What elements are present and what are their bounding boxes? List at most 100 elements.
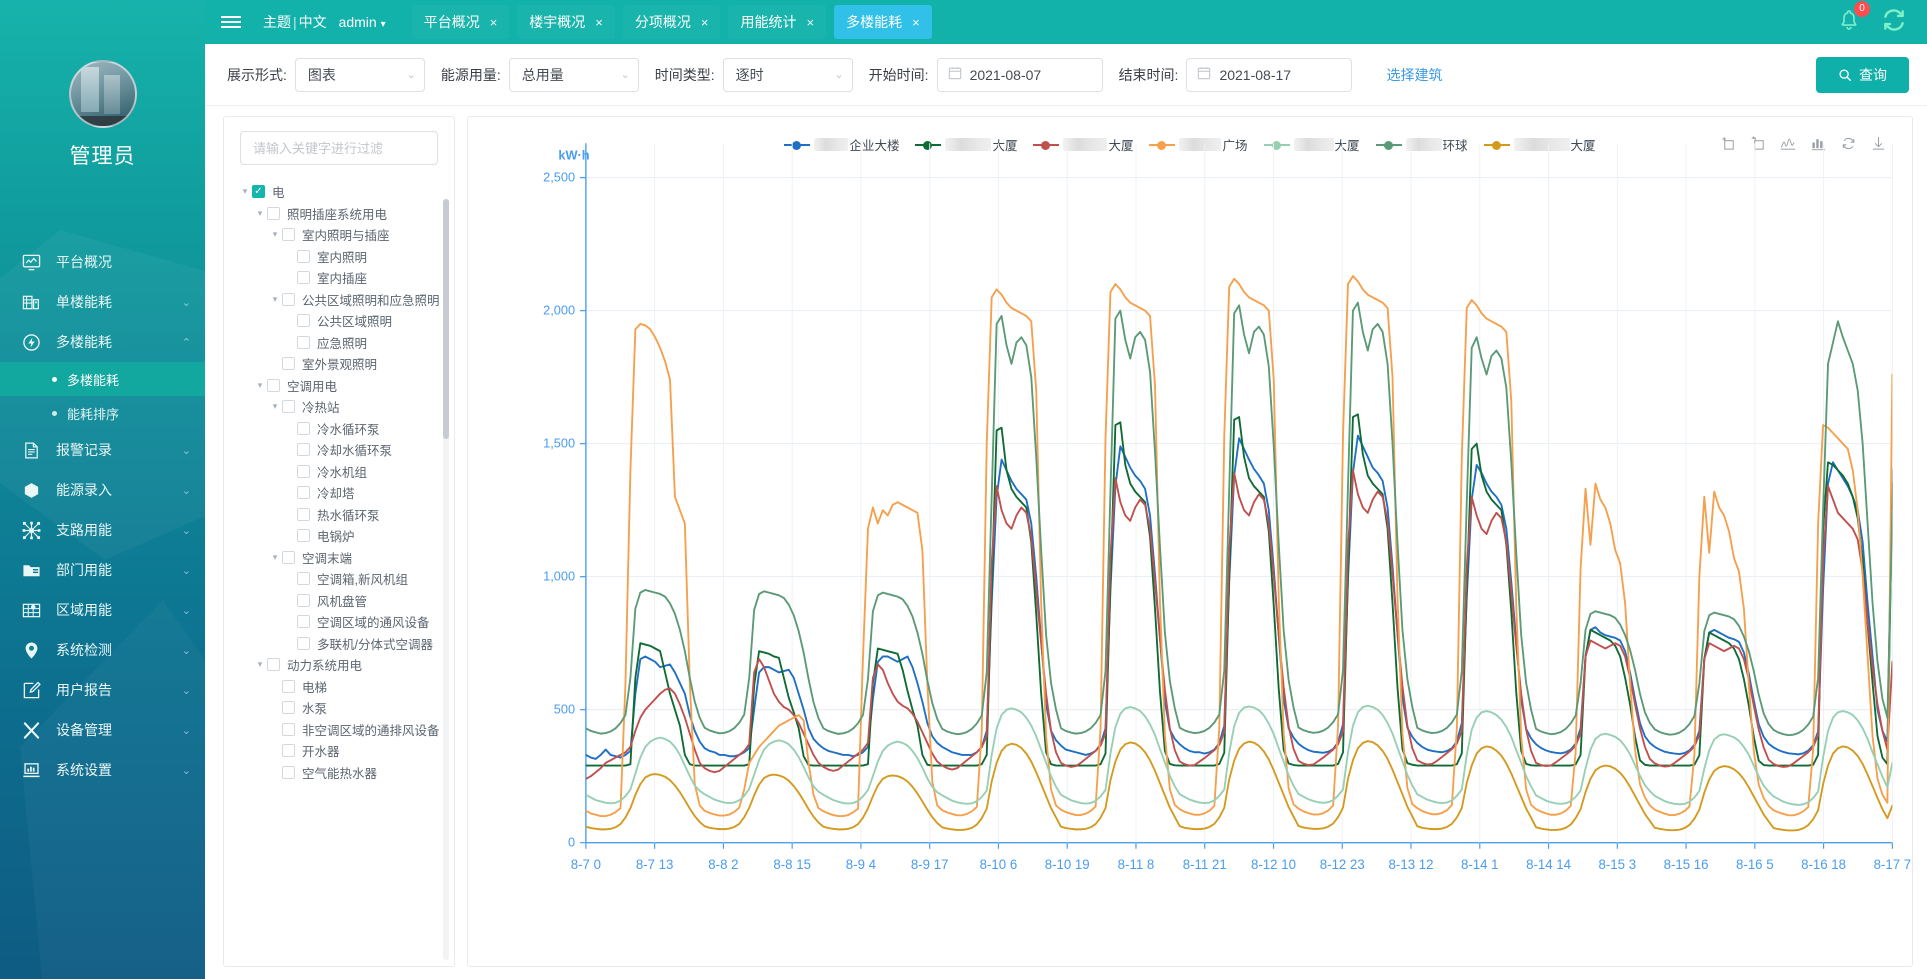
sidebar-subitem-2-1[interactable]: 能耗排序 — [0, 396, 205, 430]
tab-close-icon[interactable]: × — [806, 15, 814, 30]
tree-node-8[interactable]: ▾室外景观照明 — [232, 353, 454, 375]
tree-node-6[interactable]: ▾公共区域照明 — [232, 310, 454, 332]
tree-node-2[interactable]: ▾ 室内照明与插座 — [232, 224, 454, 246]
end-date-input[interactable]: 2021-08-17 — [1186, 57, 1353, 92]
tree-node-checkbox[interactable] — [297, 529, 310, 543]
search-button[interactable]: 查询 — [1816, 56, 1909, 93]
tab-1[interactable]: 楼宇概况 × — [517, 5, 615, 39]
sidebar-item-0[interactable]: 平台概况 — [0, 242, 205, 282]
tree-node-23[interactable]: ▾电梯 — [232, 676, 454, 698]
tree-node-checkbox[interactable] — [282, 357, 295, 371]
tree-node-20[interactable]: ▾空调区域的通风设备 — [232, 611, 454, 633]
hamburger-menu-icon[interactable] — [205, 13, 257, 31]
tree-node-checkbox[interactable] — [282, 744, 295, 758]
caret-down-icon[interactable]: ▾ — [253, 380, 267, 391]
tab-close-icon[interactable]: × — [912, 15, 920, 30]
tree-node-24[interactable]: ▾水泵 — [232, 697, 454, 719]
series-line-2[interactable] — [585, 469, 1893, 780]
tree-node-checkbox[interactable] — [267, 378, 280, 392]
tab-4[interactable]: 多楼能耗 × — [834, 5, 932, 39]
energy-usage-select[interactable]: 总用量 ⌄ — [508, 57, 639, 92]
tree-node-9[interactable]: ▾ 空调用电 — [232, 375, 454, 397]
tree-node-checkbox[interactable] — [282, 228, 295, 242]
tree-scrollbar-thumb[interactable] — [443, 199, 449, 439]
caret-down-icon[interactable]: ▾ — [268, 552, 282, 563]
tree-node-checkbox[interactable] — [297, 271, 310, 285]
tree-filter-input[interactable] — [253, 140, 425, 156]
tree-node-checkbox[interactable] — [282, 679, 295, 693]
tree-node-25[interactable]: ▾非空调区域的通排风设备 — [232, 719, 454, 741]
tree-node-checkbox[interactable] — [282, 550, 295, 564]
sidebar-item-11[interactable]: 系统设置 ⌄ — [0, 750, 205, 790]
tree-node-17[interactable]: ▾ 空调末端 — [232, 547, 454, 569]
tree-node-15[interactable]: ▾热水循环泵 — [232, 504, 454, 526]
caret-down-icon[interactable]: ▾ — [268, 294, 282, 305]
tree-node-checkbox[interactable] — [297, 464, 310, 478]
tree-node-4[interactable]: ▾室内插座 — [232, 267, 454, 289]
time-type-select[interactable]: 逐时 ⌄ — [722, 57, 853, 92]
tree-filter-box[interactable] — [240, 131, 438, 165]
tree-node-checkbox[interactable] — [267, 206, 280, 220]
tab-0[interactable]: 平台概况 × — [411, 5, 510, 39]
sync-refresh-button[interactable] — [1881, 7, 1907, 38]
tree-node-10[interactable]: ▾ 冷热站 — [232, 396, 454, 418]
tree-node-checkbox[interactable] — [297, 421, 310, 435]
tab-close-icon[interactable]: × — [701, 15, 709, 30]
sidebar-item-4[interactable]: 能源录入 ⌄ — [0, 470, 205, 510]
tree-node-checkbox[interactable] — [282, 400, 295, 414]
tree-node-11[interactable]: ▾冷水循环泵 — [232, 418, 454, 440]
tree-node-5[interactable]: ▾ 公共区域照明和应急照明 — [232, 289, 454, 311]
tab-close-icon[interactable]: × — [490, 15, 498, 30]
select-building-link[interactable]: 选择建筑 — [1386, 65, 1442, 85]
tree-node-26[interactable]: ▾开水器 — [232, 740, 454, 762]
sidebar-item-8[interactable]: 系统检测 ⌄ — [0, 630, 205, 670]
sidebar-item-1[interactable]: 单楼能耗 ⌄ — [0, 282, 205, 322]
caret-down-icon[interactable]: ▾ — [268, 401, 282, 412]
tree-node-checkbox[interactable] — [297, 572, 310, 586]
tree-node-14[interactable]: ▾冷却塔 — [232, 482, 454, 504]
tree-node-checkbox[interactable] — [297, 615, 310, 629]
sidebar-item-10[interactable]: 设备管理 ⌄ — [0, 710, 205, 750]
display-form-select[interactable]: 图表 ⌄ — [294, 57, 425, 92]
caret-down-icon[interactable]: ▾ — [253, 208, 267, 219]
notification-bell-button[interactable]: 0 — [1837, 0, 1870, 37]
caret-down-icon[interactable]: ▾ — [268, 229, 282, 240]
tree-node-22[interactable]: ▾ 动力系统用电 — [232, 654, 454, 676]
tab-close-icon[interactable]: × — [595, 15, 603, 30]
tree-node-checkbox[interactable] — [297, 443, 310, 457]
tab-3[interactable]: 用能统计 × — [728, 5, 827, 39]
tree-node-1[interactable]: ▾ 照明插座系统用电 — [232, 203, 454, 225]
tree-node-checkbox[interactable] — [252, 185, 265, 199]
tree-node-checkbox[interactable] — [282, 292, 295, 306]
caret-down-icon[interactable]: ▾ — [253, 659, 267, 670]
tree-node-18[interactable]: ▾空调箱,新风机组 — [232, 568, 454, 590]
tree-node-checkbox[interactable] — [297, 507, 310, 521]
tree-node-checkbox[interactable] — [282, 701, 295, 715]
tree-node-19[interactable]: ▾风机盘管 — [232, 590, 454, 612]
start-date-input[interactable]: 2021-08-07 — [936, 57, 1103, 92]
tree-node-13[interactable]: ▾冷水机组 — [232, 461, 454, 483]
tree-node-checkbox[interactable] — [297, 314, 310, 328]
caret-down-icon[interactable]: ▾ — [238, 186, 252, 197]
tree-node-3[interactable]: ▾室内照明 — [232, 246, 454, 268]
tree-node-7[interactable]: ▾应急照明 — [232, 332, 454, 354]
sidebar-item-3[interactable]: 报警记录 ⌄ — [0, 430, 205, 470]
tree-node-checkbox[interactable] — [297, 636, 310, 650]
tree-node-checkbox[interactable] — [297, 249, 310, 263]
tree-node-0[interactable]: ▾电 — [232, 181, 454, 203]
brand-user-menu[interactable]: 主题 | 中文 admin ▾ — [263, 12, 386, 32]
series-line-3[interactable] — [585, 275, 1893, 818]
tree-node-checkbox[interactable] — [297, 486, 310, 500]
series-line-4[interactable] — [585, 704, 1893, 806]
tree-node-checkbox[interactable] — [282, 765, 295, 779]
tree-node-checkbox[interactable] — [282, 722, 295, 736]
multi-building-energy-line-chart[interactable]: kW·h 0 500 1,000 1,500 2,000 2,500 8-7 0 8-7 13 8… — [468, 117, 1912, 966]
tree-node-checkbox[interactable] — [297, 593, 310, 607]
tree-node-12[interactable]: ▾冷却水循环泵 — [232, 439, 454, 461]
sidebar-item-2[interactable]: 多楼能耗 ⌃ — [0, 322, 205, 362]
tab-2[interactable]: 分项概况 × — [622, 5, 721, 39]
sidebar-item-5[interactable]: 支路用能 ⌄ — [0, 510, 205, 550]
sidebar-subitem-2-0[interactable]: 多楼能耗 — [0, 362, 205, 396]
series-line-6[interactable] — [585, 740, 1893, 832]
sidebar-item-9[interactable]: 用户报告 ⌄ — [0, 670, 205, 710]
